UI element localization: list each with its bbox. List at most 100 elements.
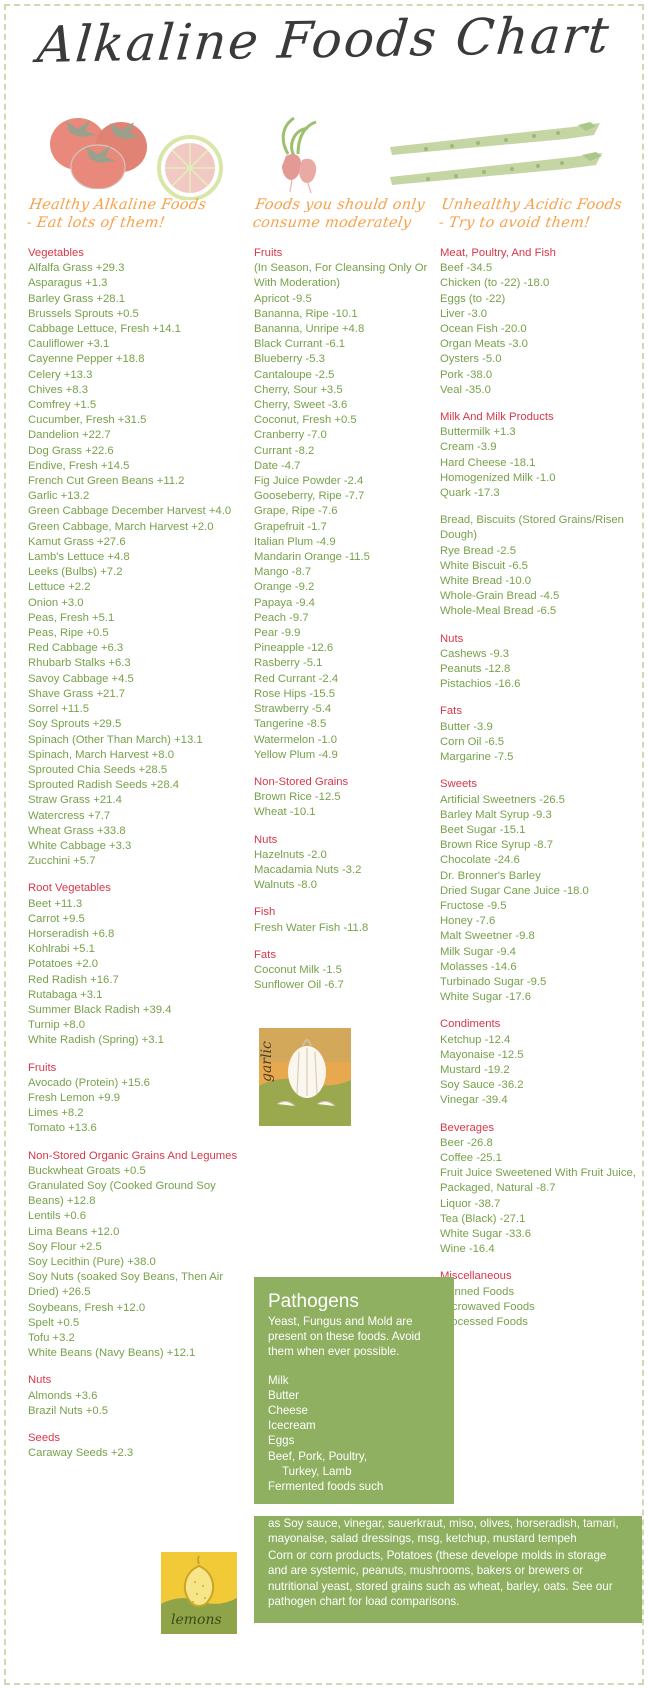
food-category-heading: Meat, Poultry, And Fish (440, 247, 556, 259)
pathogens-notes-panel: as Soy sauce, vinegar, sauerkraut, miso,… (254, 1516, 642, 1624)
food-category-heading: Fruits (28, 1061, 57, 1074)
radish-illustration (281, 116, 317, 194)
column-heading-alkaline: Healthy Alkaline Foods - Eat lots of the… (25, 197, 208, 232)
food-item: Rose Hips -15.5 (254, 687, 335, 700)
food-item: Spinach, March Harvest +8.0 (28, 748, 174, 761)
food-item: Date -4.7 (254, 459, 301, 472)
food-item: Liver -3.0 (440, 307, 488, 320)
pathogen-food-item: Butter (268, 1388, 299, 1402)
food-item: Kohlrabi +5.1 (28, 943, 95, 956)
food-item: Kamut Grass +27.6 (28, 535, 126, 548)
food-category-heading: Fish (254, 906, 276, 919)
tomatoes-illustration (50, 118, 147, 189)
pathogen-food-item: Icecream (268, 1419, 316, 1433)
food-item: Turbinado Sugar -9.5 (440, 975, 547, 988)
food-item: Bananna, Ripe -10.1 (254, 307, 358, 320)
food-column-alkaline: Vegetables Alfalfa Grass +29.3 Asparagus +… (28, 246, 246, 1461)
food-item: Cherry, Sour +3.5 (254, 383, 343, 396)
food-item: Pear -9.9 (254, 627, 301, 640)
food-item: Hazelnuts -2.0 (254, 848, 327, 861)
food-category-heading: Nuts (28, 1374, 52, 1387)
food-item: Rutabaga +3.1 (28, 988, 103, 1001)
food-item: Tofu +3.2 (28, 1332, 75, 1345)
food-item: Wine -16.4 (440, 1243, 495, 1256)
food-item: Molasses -14.6 (440, 960, 517, 973)
food-category-heading: Sweets (440, 778, 478, 791)
food-item: Blueberry -5.3 (254, 353, 325, 366)
food-category-heading: Nuts (440, 632, 464, 645)
food-item: Green Cabbage December Harvest +4.0 (28, 505, 232, 518)
food-item: Vinegar -39.4 (440, 1094, 508, 1107)
food-item: White Radish (Spring) +3.1 (28, 1034, 164, 1047)
food-item: Ketchup -12.4 (440, 1033, 511, 1046)
food-item: Cabbage Lettuce, Fresh +14.1 (28, 323, 181, 336)
food-item: Brazil Nuts +0.5 (28, 1404, 109, 1417)
food-item: Dog Grass +22.6 (28, 444, 114, 457)
food-item: Chives +8.3 (28, 383, 88, 396)
food-item: White Beans (Navy Beans) +12.1 (28, 1347, 196, 1360)
food-item: Peas, Fresh +5.1 (28, 611, 115, 624)
food-category-heading: Fats (440, 705, 462, 718)
food-category-heading: Fats (254, 948, 276, 961)
food-item: Garlic +13.2 (28, 490, 90, 503)
food-item: Sprouted Chia Seeds +28.5 (28, 763, 168, 776)
food-item: Processed Foods (440, 1316, 528, 1328)
food-item: Apricot -9.5 (254, 292, 312, 305)
food-item: Rye Bread -2.5 (440, 544, 516, 557)
food-item: Buttermilk +1.3 (440, 426, 516, 439)
food-item: Whole-Meal Bread -6.5 (440, 605, 557, 618)
food-item: Brown Rice -12.5 (254, 791, 341, 804)
food-item: Shave Grass +21.7 (28, 687, 126, 700)
food-category-heading: Root Vegetables (28, 882, 111, 895)
pathogens-food-list: Milk Butter Cheese Icecream Eggs Beef, Pork, … (268, 1373, 442, 1495)
food-item: Red Currant -2.4 (254, 672, 339, 685)
food-item: Pistachios -16.6 (440, 678, 521, 691)
column-heading-moderate: Foods you should only consume moderately (251, 197, 426, 232)
food-item: Turnip +8.0 (28, 1019, 86, 1032)
food-item: Wheat -10.1 (254, 806, 316, 819)
food-column-acidic: Meat, Poultry, And Fish Beef -34.5 Chicken… (440, 246, 640, 1330)
garlic-caption: garlic (259, 1041, 275, 1082)
food-item: Beer -26.8 (440, 1136, 493, 1149)
food-item: Cashews -9.3 (440, 647, 510, 660)
food-item: Soy Nuts (soaked Soy Beans, Then Air Dri… (28, 1271, 224, 1299)
food-item: Quark -17.3 (440, 487, 500, 500)
food-item: Cayenne Pepper +18.8 (28, 353, 145, 366)
pathogen-food-item: Fermented foods such (268, 1480, 384, 1494)
food-category-heading: Bread, Biscuits (Stored Grains/Risen Dou… (440, 514, 624, 542)
food-item: Red Cabbage +6.3 (28, 642, 124, 655)
food-item: Sorrel +11.5 (28, 703, 90, 716)
food-item: Potatoes +2.0 (28, 958, 99, 971)
food-category-heading: Condiments (440, 1018, 501, 1031)
food-item: Rhubarb Stalks +6.3 (28, 657, 131, 670)
food-category-subtitle: (In Season, For Cleansing Only Or With M… (254, 262, 428, 290)
page-title: Alkaline Foods Chart (35, 6, 613, 74)
food-item: Tea (Black) -27.1 (440, 1212, 526, 1225)
food-item: White Bread -10.0 (440, 575, 532, 588)
food-item: Brown Rice Syrup -8.7 (440, 839, 554, 852)
food-item: Almonds +3.6 (28, 1389, 98, 1402)
food-item: Grape, Ripe -7.6 (254, 505, 338, 518)
food-item: Lamb's Lettuce +4.8 (28, 551, 130, 564)
food-item: Bananna, Unripe +4.8 (254, 323, 365, 336)
food-item: Fig Juice Powder -2.4 (254, 475, 364, 488)
food-item: Watermelon -1.0 (254, 733, 338, 746)
food-category-heading: Milk And Milk Products (440, 411, 554, 424)
food-item: Mango -8.7 (254, 566, 312, 579)
food-item: Endive, Fresh +14.5 (28, 459, 130, 472)
pathogen-food-item: Milk (268, 1373, 289, 1387)
food-item: Organ Meats -3.0 (440, 338, 528, 351)
food-item: Canned Foods (440, 1285, 515, 1298)
food-item: Malt Sweetner -9.8 (440, 930, 535, 943)
asparagus-illustration (390, 122, 602, 185)
food-item: Zucchini +5.7 (28, 855, 96, 868)
food-item: Peanuts -12.8 (440, 663, 511, 676)
pathogen-food-item: Beef, Pork, Poultry, (268, 1449, 368, 1463)
header: Alkaline Foods Chart (6, 6, 642, 74)
food-item: Dr. Bronner's Barley (440, 869, 541, 882)
food-item: Beet Sugar -15.1 (440, 823, 526, 836)
food-item: Rasberry -5.1 (254, 657, 323, 670)
food-item: Honey -7.6 (440, 915, 496, 928)
food-item: Tomato +13.6 (28, 1122, 97, 1135)
food-item: Peach -9.7 (254, 611, 309, 624)
